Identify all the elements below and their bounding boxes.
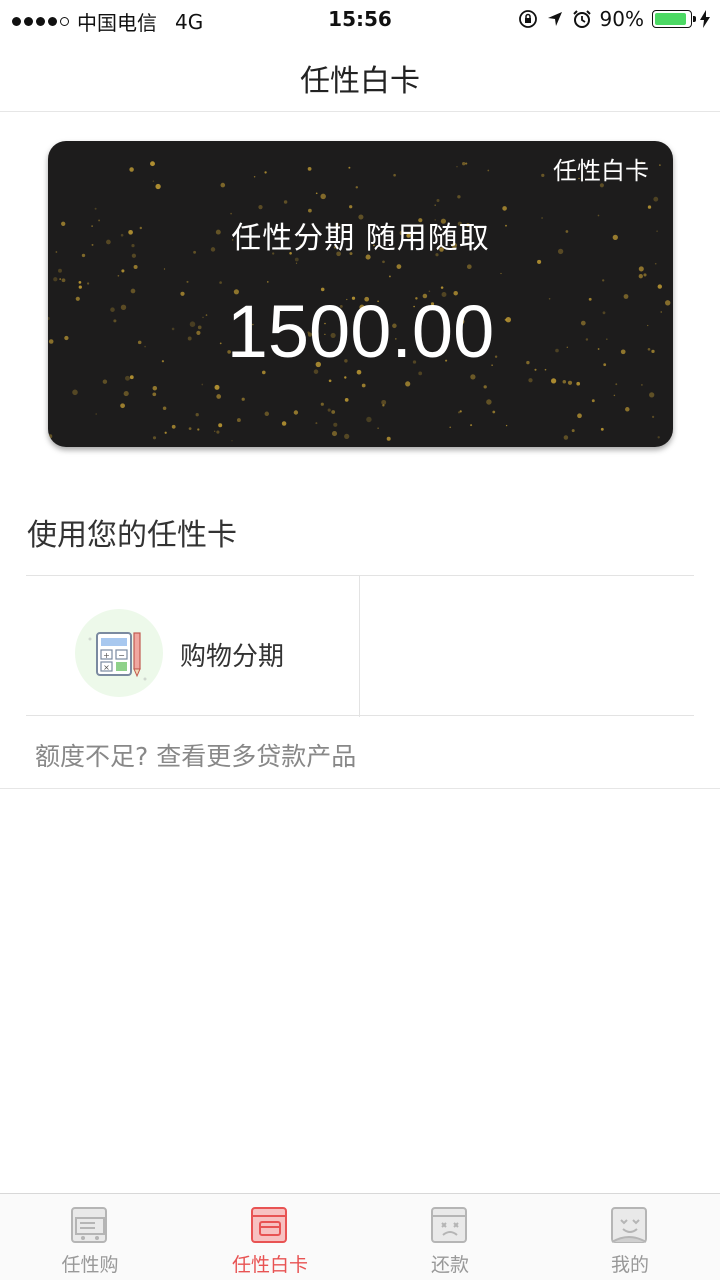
- installment-shopping-label: 购物分期: [180, 642, 285, 672]
- card-label: 任性白卡: [553, 157, 649, 185]
- card-slogan: 任性分期 随用随取: [231, 221, 490, 256]
- tab-bar: 任性购 任性白卡 还款 我的: [0, 1193, 720, 1280]
- nav-bar: 任性白卡: [0, 38, 720, 112]
- tab-mine-label: 我的: [610, 1254, 649, 1276]
- credit-card-panel[interactable]: 任性白卡 任性分期 随用随取 1500.00: [48, 141, 673, 447]
- tab-shopping-label: 任性购: [61, 1254, 119, 1276]
- battery-percent: 90%: [599, 7, 644, 31]
- shopping-cart-icon: [71, 1207, 107, 1243]
- alarm-icon: [572, 10, 591, 28]
- orientation-lock-icon: [518, 10, 537, 28]
- section-divider: [0, 788, 720, 789]
- profile-face-icon: [611, 1207, 647, 1243]
- calculator-pencil-icon: + − ×: [75, 609, 163, 697]
- svg-text:+: +: [103, 651, 110, 660]
- installment-shopping-item[interactable]: + − × 购物分期: [26, 576, 359, 717]
- tab-white-card-label: 任性白卡: [231, 1254, 308, 1276]
- charging-bolt-icon: [700, 10, 710, 28]
- tab-repay-label: 还款: [430, 1254, 469, 1276]
- grid-divider: [359, 576, 360, 717]
- section-title: 使用您的任性卡: [27, 518, 237, 553]
- battery-icon: [652, 10, 696, 28]
- card-icon: [251, 1207, 287, 1243]
- tab-white-card[interactable]: 任性白卡: [180, 1194, 360, 1280]
- card-amount: 1500.00: [226, 290, 495, 373]
- status-bar: 中国电信 4G 15:56 90%: [0, 0, 720, 38]
- tab-shopping[interactable]: 任性购: [0, 1194, 180, 1280]
- battery-fill: [655, 13, 686, 25]
- repay-face-icon: [431, 1207, 467, 1243]
- page-title: 任性白卡: [300, 64, 420, 99]
- svg-text:×: ×: [103, 663, 110, 672]
- more-loans-link[interactable]: 额度不足? 查看更多贷款产品: [35, 737, 356, 773]
- tab-mine[interactable]: 我的: [540, 1194, 720, 1280]
- tab-repay[interactable]: 还款: [360, 1194, 540, 1280]
- location-arrow-icon: [547, 12, 562, 26]
- svg-text:−: −: [118, 651, 125, 660]
- feature-grid: + − × 购物分期: [26, 575, 694, 717]
- status-right: 90%: [518, 7, 710, 31]
